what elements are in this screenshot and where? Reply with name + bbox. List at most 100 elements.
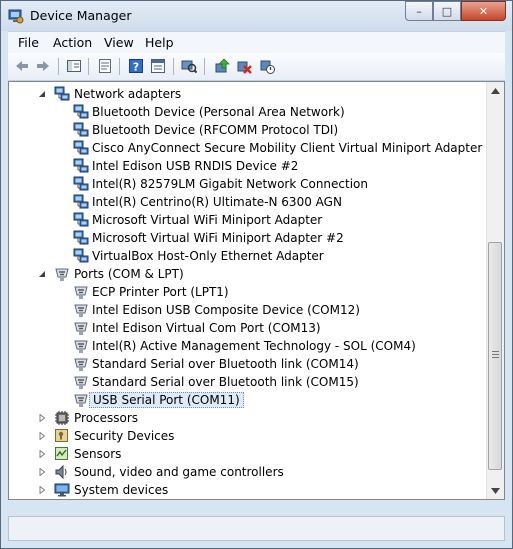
tree-device-row[interactable]: Intel(R) 82579LM Gigabit Network Connect… — [9, 175, 489, 193]
menu-view[interactable]: View — [104, 35, 134, 50]
scroll-up-button[interactable] — [487, 82, 504, 99]
tree-category-row[interactable]: Sensors — [9, 445, 489, 463]
properties-button[interactable] — [96, 57, 114, 75]
uninstall-icon — [237, 61, 252, 74]
tree-category-row[interactable]: Processors — [9, 409, 489, 427]
tree-device-row[interactable]: Bluetooth Device (Personal Area Network) — [9, 103, 489, 121]
minimize-icon: – — [416, 4, 422, 18]
expanded-arrow-icon[interactable] — [38, 270, 46, 278]
tree-device-row[interactable]: ECP Printer Port (LPT1) — [9, 283, 489, 301]
tree-device-label: Bluetooth Device (Personal Area Network) — [92, 105, 345, 119]
expanded-arrow-icon[interactable] — [38, 90, 46, 98]
tree-device-label: Cisco AnyConnect Secure Mobility Client … — [92, 141, 504, 155]
back-icon — [16, 61, 28, 71]
sensor-icon — [54, 446, 70, 462]
toolbar-separator — [204, 58, 205, 75]
tree-category-label: Network adapters — [74, 87, 182, 101]
close-button[interactable]: ✕ — [461, 1, 506, 21]
help-button[interactable]: ? — [127, 57, 145, 75]
processor-icon — [54, 410, 70, 426]
collapsed-arrow-icon[interactable] — [38, 468, 46, 476]
menu-action[interactable]: Action — [53, 35, 92, 50]
toolbar-separator — [119, 58, 120, 75]
show-hide-console-tree-icon — [67, 60, 81, 72]
show-hide-console-tree-button[interactable] — [65, 57, 83, 75]
export-list-button[interactable] — [149, 57, 167, 75]
tree-device-row[interactable]: Intel(R) Active Management Technology - … — [9, 337, 489, 355]
tree-device-row[interactable]: Intel(R) Centrino(R) Ultimate-N 6300 AGN — [9, 193, 489, 211]
update-driver-icon — [215, 58, 230, 73]
toolbar-separator — [58, 58, 59, 75]
tree-category-label: Processors — [74, 411, 139, 425]
tree-device-label: Intel(R) Active Management Technology - … — [92, 339, 416, 353]
tree-device-label: Intel(R) Centrino(R) Ultimate-N 6300 AGN — [92, 195, 342, 209]
device-manager-icon — [8, 9, 24, 24]
disable-button[interactable] — [258, 57, 276, 75]
minimize-button[interactable]: – — [405, 1, 433, 21]
collapsed-arrow-icon[interactable] — [38, 486, 46, 494]
tree-device-row[interactable]: Intel Edison USB RNDIS Device #2 — [9, 157, 489, 175]
tree-device-row[interactable]: Microsoft Virtual WiFi Miniport Adapter — [9, 211, 489, 229]
tree-device-row[interactable]: Bluetooth Device (RFCOMM Protocol TDI) — [9, 121, 489, 139]
menu-file[interactable]: File — [18, 35, 39, 50]
maximize-icon: □ — [441, 4, 453, 18]
scroll-down-icon — [491, 487, 500, 494]
close-icon: ✕ — [478, 4, 489, 18]
port-icon — [54, 266, 70, 282]
network-adapter-icon — [73, 158, 89, 174]
uninstall-button[interactable] — [235, 57, 253, 75]
network-adapter-icon — [73, 122, 89, 138]
update-driver-button[interactable] — [213, 57, 231, 75]
maximize-button[interactable]: □ — [433, 1, 461, 21]
collapsed-arrow-icon[interactable] — [38, 432, 46, 440]
tree-device-label: Intel Edison Virtual Com Port (COM13) — [92, 321, 321, 335]
tree-device-row[interactable]: Microsoft Virtual WiFi Miniport Adapter … — [9, 229, 489, 247]
security-device-icon — [54, 428, 70, 444]
collapsed-arrow-icon[interactable] — [38, 450, 46, 458]
network-adapter-icon — [73, 176, 89, 192]
network-adapter-icon — [54, 86, 70, 102]
device-manager-window: Device Manager – □ ✕ File Action View He… — [0, 0, 513, 549]
toolbar: ? — [8, 53, 505, 81]
network-adapter-icon — [73, 230, 89, 246]
tree-device-row[interactable]: VirtualBox Host-Only Ethernet Adapter — [9, 247, 489, 265]
menu-bar: File Action View Help — [8, 31, 505, 53]
network-adapter-icon — [73, 212, 89, 228]
vertical-scrollbar[interactable] — [486, 82, 504, 499]
port-icon — [73, 374, 89, 390]
tree-category-label: Security Devices — [74, 429, 175, 443]
tree-device-row[interactable]: Intel Edison Virtual Com Port (COM13) — [9, 319, 489, 337]
tree-device-row[interactable]: Standard Serial over Bluetooth link (COM… — [9, 355, 489, 373]
title-bar[interactable]: Device Manager – □ ✕ — [1, 1, 512, 31]
tree-category-row[interactable]: System devices — [9, 481, 489, 499]
network-adapter-icon — [73, 140, 89, 156]
tree-device-row[interactable]: Intel Edison USB Composite Device (COM12… — [9, 301, 489, 319]
collapsed-arrow-icon[interactable] — [38, 414, 46, 422]
network-adapter-icon — [73, 104, 89, 120]
scan-hardware-button[interactable] — [180, 57, 198, 75]
menu-help[interactable]: Help — [145, 35, 174, 50]
tree-device-row[interactable]: Cisco AnyConnect Secure Mobility Client … — [9, 139, 504, 157]
tree-device-row[interactable]: Standard Serial over Bluetooth link (COM… — [9, 373, 489, 391]
scroll-thumb[interactable] — [488, 242, 502, 470]
back-button[interactable] — [13, 57, 31, 75]
tree-category-row[interactable]: Ports (COM & LPT) — [9, 265, 489, 283]
svg-text:?: ? — [133, 61, 139, 74]
tree-category-label: Sound, video and game controllers — [74, 465, 284, 479]
toolbar-separator — [88, 58, 89, 75]
tree-category-row[interactable]: Security Devices — [9, 427, 489, 445]
forward-button[interactable] — [34, 57, 52, 75]
tree-device-row-selected[interactable]: USB Serial Port (COM11) — [9, 391, 489, 409]
tree-category-row[interactable]: Sound, video and game controllers — [9, 463, 489, 481]
scroll-down-button[interactable] — [487, 482, 504, 499]
toolbar-separator — [173, 58, 174, 75]
tree-device-label: ECP Printer Port (LPT1) — [92, 285, 229, 299]
tree-device-label: Microsoft Virtual WiFi Miniport Adapter … — [92, 231, 344, 245]
scroll-grip — [492, 354, 499, 355]
scroll-grip — [492, 351, 499, 352]
device-tree[interactable]: Network adapters Bluetooth Device (Person… — [8, 81, 505, 500]
system-device-icon — [54, 482, 70, 498]
tree-category-row[interactable]: Network adapters — [9, 85, 489, 103]
speaker-icon — [54, 464, 70, 480]
tree-device-label: Intel(R) 82579LM Gigabit Network Connect… — [92, 177, 368, 191]
